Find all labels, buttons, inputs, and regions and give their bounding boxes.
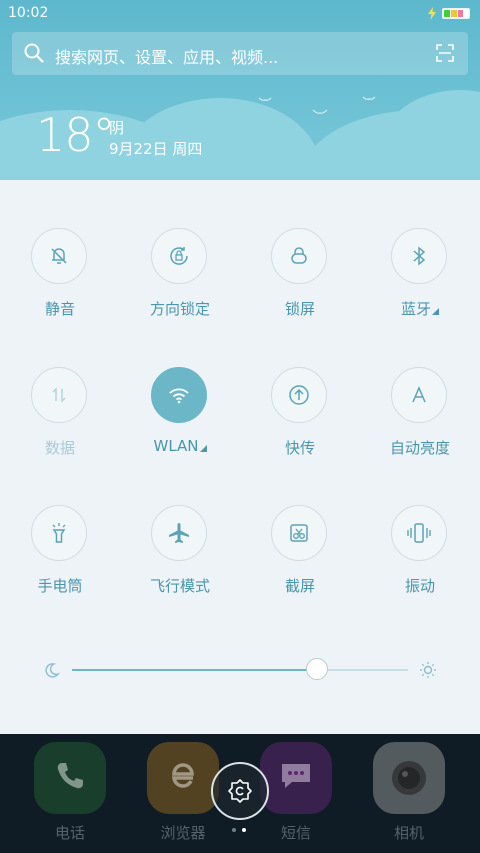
charging-icon <box>428 7 436 20</box>
more-indicator-icon <box>199 445 207 452</box>
toggle-label-row: WLAN <box>120 437 240 455</box>
scan-icon[interactable] <box>436 44 454 62</box>
mobile-data-icon <box>52 387 66 403</box>
toggle-vibrate[interactable]: 振动 <box>360 505 480 605</box>
toggle-circle[interactable] <box>271 505 327 561</box>
weather-date: 9月22日 周四 <box>109 140 203 158</box>
toggle-circle[interactable] <box>391 505 447 561</box>
airplane-icon <box>169 523 189 543</box>
status-bar: 10:02 <box>0 0 480 28</box>
toggle-circle[interactable] <box>151 505 207 561</box>
toggle-airplane[interactable]: 飞行模式 <box>120 505 240 605</box>
flashlight-icon <box>52 523 66 543</box>
wifi-icon <box>169 388 189 404</box>
toggle-circle[interactable] <box>271 367 327 423</box>
toggle-quick-transfer[interactable]: 快传 <box>240 367 360 467</box>
screenshot-icon <box>290 524 308 542</box>
toggle-mute[interactable]: 静音 <box>0 228 120 328</box>
more-indicator-icon <box>432 308 439 315</box>
toggle-label: 自动亮度 <box>389 439 450 457</box>
toggle-circle[interactable] <box>31 228 87 284</box>
toggle-screenshot[interactable]: 截屏 <box>240 505 360 605</box>
toggle-bluetooth[interactable]: 蓝牙 <box>360 228 480 328</box>
toggle-circle[interactable] <box>391 367 447 423</box>
toggle-circle[interactable] <box>271 228 327 284</box>
brightness-slider[interactable] <box>72 658 408 680</box>
status-time: 10:02 <box>8 5 49 21</box>
bird-icon <box>362 96 376 100</box>
brightness-thumb[interactable] <box>306 658 329 680</box>
app-label: 短信 <box>280 824 311 842</box>
page-dot-active <box>242 828 246 832</box>
toggle-auto-brightness[interactable]: 自动亮度 <box>360 367 480 467</box>
toggle-wlan[interactable]: WLAN <box>120 367 240 467</box>
toggle-circle[interactable] <box>31 505 87 561</box>
toggle-label: 数据 <box>44 439 75 457</box>
toggle-circle[interactable] <box>151 367 207 423</box>
toggle-label: 振动 <box>404 577 435 595</box>
toggle-label: 快传 <box>284 439 315 457</box>
bird-icon <box>312 109 328 114</box>
app-label: 浏览器 <box>160 824 206 842</box>
toggle-label: WLAN <box>153 437 199 455</box>
toggle-circle[interactable] <box>391 228 447 284</box>
app-label: 相机 <box>393 824 424 842</box>
toggle-circle[interactable] <box>31 367 87 423</box>
search-placeholder: 搜索网页、设置、应用、视频... <box>55 48 279 67</box>
bluetooth-icon <box>413 246 426 266</box>
temperature: 18° <box>36 108 116 162</box>
camera-lens-icon <box>392 761 426 795</box>
lock-icon <box>291 247 307 264</box>
speech-bubble-icon <box>282 764 310 788</box>
moon-icon <box>45 663 60 678</box>
sun-icon <box>420 662 436 678</box>
toggle-label: 蓝牙 <box>400 300 431 318</box>
brightness-fill <box>72 669 318 671</box>
search-bar[interactable]: 搜索网页、设置、应用、视频... <box>12 32 468 75</box>
quick-settings-panel: 静音 方向锁定 锁屏 蓝牙 数据 WLAN 快传 自动亮度 手电筒 飞行模式 截… <box>0 180 480 734</box>
toggle-circle[interactable] <box>151 228 207 284</box>
toggle-label-row: 蓝牙 <box>360 298 480 319</box>
toggle-label: 方向锁定 <box>149 300 210 318</box>
rotation-lock-icon <box>170 247 188 265</box>
quick-transfer-icon <box>289 385 309 405</box>
weather-condition: 阴 <box>109 119 125 137</box>
battery-icon <box>442 8 470 19</box>
app-label: 电话 <box>54 824 85 842</box>
search-icon <box>24 43 44 63</box>
toggle-label: 手电筒 <box>37 577 83 595</box>
toggle-label: 截屏 <box>284 577 315 595</box>
vibrate-icon <box>407 523 431 543</box>
auto-brightness-icon <box>412 386 426 403</box>
page-dot <box>232 828 236 832</box>
phone-handset-icon <box>57 763 83 789</box>
browser-e-icon <box>172 763 194 788</box>
bird-icon <box>258 97 272 101</box>
toggle-label: 静音 <box>44 300 75 318</box>
weather-header: 10:02 搜索网页、设置、应用、视频... 18° 阴 9月22日 周四 <box>0 0 480 180</box>
bell-off-icon <box>51 248 67 264</box>
toggle-lock-screen[interactable]: 锁屏 <box>240 228 360 328</box>
settings-icon <box>228 779 252 803</box>
toggle-label: 锁屏 <box>284 300 315 318</box>
toggle-flashlight[interactable]: 手电筒 <box>0 505 120 605</box>
toggle-label: 飞行模式 <box>149 577 210 595</box>
toggle-rotation-lock[interactable]: 方向锁定 <box>120 228 240 328</box>
edit-toggles-button[interactable] <box>211 762 269 820</box>
toggle-mobile-data[interactable]: 数据 <box>0 367 120 467</box>
